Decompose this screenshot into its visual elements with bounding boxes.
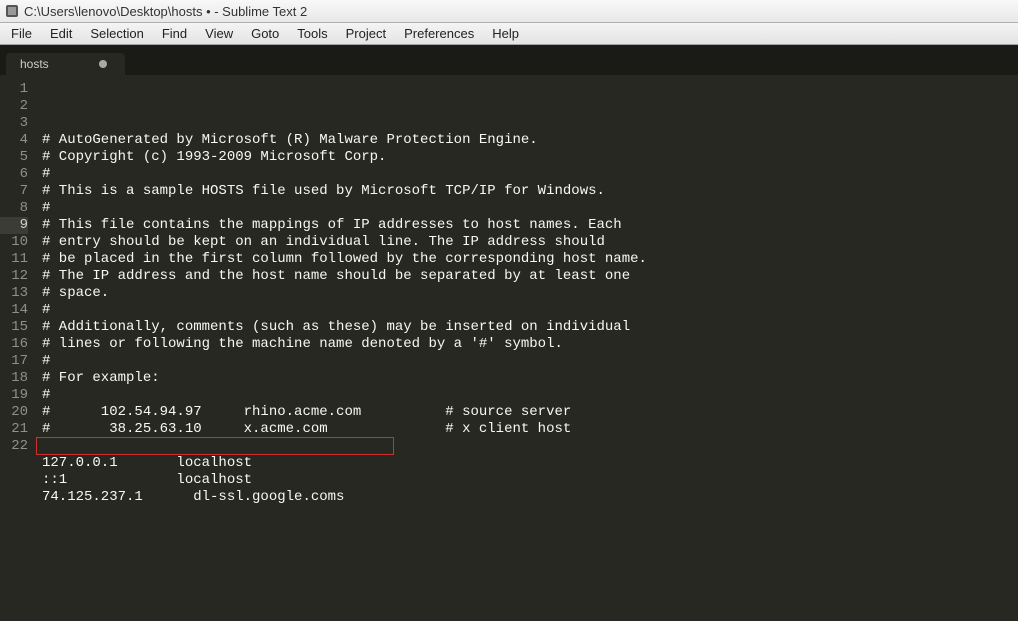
line-number: 12 (0, 268, 28, 285)
code-line: # For example: (42, 370, 1018, 387)
line-number: 14 (0, 302, 28, 319)
code-area[interactable]: # AutoGenerated by Microsoft (R) Malware… (36, 75, 1018, 621)
line-number: 7 (0, 183, 28, 200)
code-line: # Additionally, comments (such as these)… (42, 319, 1018, 336)
app-icon (4, 3, 20, 19)
line-number: 22 (0, 438, 28, 455)
gutter: 12345678910111213141516171819202122 (0, 75, 36, 621)
menu-tools[interactable]: Tools (288, 24, 336, 43)
menu-find[interactable]: Find (153, 24, 196, 43)
menubar: File Edit Selection Find View Goto Tools… (0, 23, 1018, 45)
menu-view[interactable]: View (196, 24, 242, 43)
line-number: 18 (0, 370, 28, 387)
menu-goto[interactable]: Goto (242, 24, 288, 43)
code-line: # entry should be kept on an individual … (42, 234, 1018, 251)
titlebar: C:\Users\lenovo\Desktop\hosts • - Sublim… (0, 0, 1018, 23)
titlebar-text: C:\Users\lenovo\Desktop\hosts • - Sublim… (24, 4, 307, 19)
line-number: 16 (0, 336, 28, 353)
code-line: # be placed in the first column followed… (42, 251, 1018, 268)
code-line: # Copyright (c) 1993-2009 Microsoft Corp… (42, 149, 1018, 166)
line-number: 2 (0, 98, 28, 115)
code-line: 127.0.0.1 localhost (42, 455, 1018, 472)
line-number: 19 (0, 387, 28, 404)
code-line: # This file contains the mappings of IP … (42, 217, 1018, 234)
menu-edit[interactable]: Edit (41, 24, 81, 43)
line-number: 8 (0, 200, 28, 217)
line-number: 20 (0, 404, 28, 421)
dirty-indicator-icon (99, 60, 107, 68)
menu-preferences[interactable]: Preferences (395, 24, 483, 43)
editor[interactable]: 12345678910111213141516171819202122 # Au… (0, 75, 1018, 621)
line-number: 4 (0, 132, 28, 149)
line-number: 6 (0, 166, 28, 183)
tabbar: hosts (0, 45, 1018, 75)
line-number: 21 (0, 421, 28, 438)
line-number: 10 (0, 234, 28, 251)
line-number: 13 (0, 285, 28, 302)
menu-project[interactable]: Project (337, 24, 395, 43)
code-line: # (42, 200, 1018, 217)
code-line: # AutoGenerated by Microsoft (R) Malware… (42, 132, 1018, 149)
line-number: 1 (0, 81, 28, 98)
menu-file[interactable]: File (2, 24, 41, 43)
line-number: 11 (0, 251, 28, 268)
line-number: 15 (0, 319, 28, 336)
code-line: # 102.54.94.97 rhino.acme.com # source s… (42, 404, 1018, 421)
code-line: # The IP address and the host name shoul… (42, 268, 1018, 285)
code-line: # lines or following the machine name de… (42, 336, 1018, 353)
menu-selection[interactable]: Selection (81, 24, 152, 43)
line-number: 3 (0, 115, 28, 132)
line-number: 9 (0, 217, 28, 234)
code-line: # (42, 353, 1018, 370)
code-line: # 38.25.63.10 x.acme.com # x client host (42, 421, 1018, 438)
code-line: # This is a sample HOSTS file used by Mi… (42, 183, 1018, 200)
line-number: 5 (0, 149, 28, 166)
menu-help[interactable]: Help (483, 24, 528, 43)
tab-hosts[interactable]: hosts (6, 53, 125, 75)
code-line: # (42, 302, 1018, 319)
line-number: 17 (0, 353, 28, 370)
code-line: # space. (42, 285, 1018, 302)
code-line: ::1 localhost (42, 472, 1018, 489)
code-line: 74.125.237.1 dl-ssl.google.coms (42, 489, 1018, 506)
code-line: # (42, 166, 1018, 183)
code-line (42, 438, 1018, 455)
tab-label: hosts (20, 57, 49, 71)
code-line: # (42, 387, 1018, 404)
